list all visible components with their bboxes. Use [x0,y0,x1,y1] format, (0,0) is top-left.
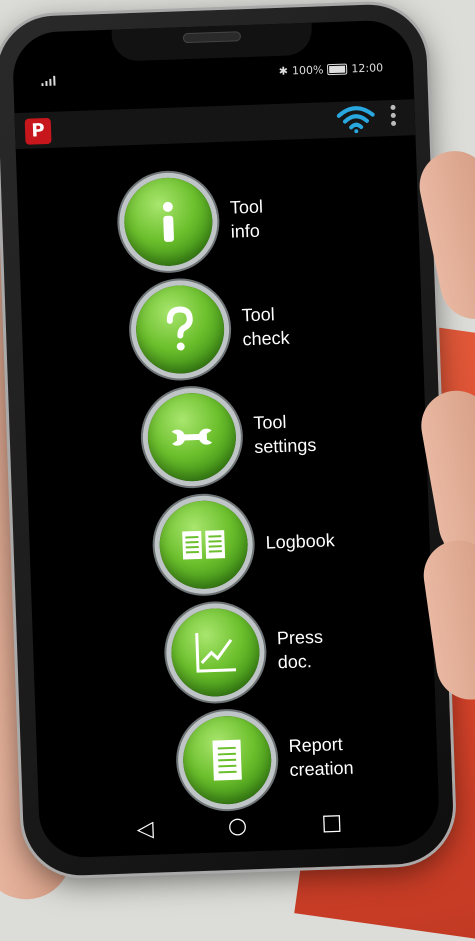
battery-icon [327,64,347,76]
battery-percent: 100% [292,63,324,77]
wrench-icon [167,412,217,462]
menu-item-label: Logbook [265,526,386,554]
recents-icon[interactable]: □ [321,810,343,836]
app-logo: P [25,118,52,145]
chart-icon [191,628,241,678]
phone-screen: ✱ 100% 12:00 P [12,19,441,858]
menu-item-press-doc[interactable]: Press doc. [170,602,399,698]
tool-settings-button[interactable] [146,392,237,483]
system-nav-bar: ◁ ○ □ [39,799,440,853]
back-icon[interactable]: ◁ [136,816,154,842]
tool-check-button[interactable] [135,284,226,375]
tool-info-button[interactable] [123,176,214,267]
notch [111,19,312,61]
menu-item-label: Press doc. [277,622,399,674]
press-doc-button[interactable] [170,607,261,698]
menu-item-tool-check[interactable]: Tool check [135,279,364,375]
report-creation-button[interactable] [182,715,273,806]
wifi-icon[interactable] [336,105,375,134]
question-icon [155,305,205,355]
info-icon [144,197,194,247]
main-menu: Tool info Tool check [16,147,416,161]
phone-frame: ✱ 100% 12:00 P [0,3,455,877]
menu-item-label: Report creation [288,730,410,782]
bluetooth-icon: ✱ [279,65,289,78]
menu-item-tool-settings[interactable]: Tool settings [146,387,375,483]
signal-icon [41,76,57,87]
menu-item-label: Tool settings [253,407,375,459]
menu-item-report-creation[interactable]: Report creation [182,710,411,806]
menu-item-tool-info[interactable]: Tool info [123,172,352,268]
menu-item-label: Tool check [241,299,363,351]
status-bar: ✱ 100% 12:00 [13,57,413,91]
speaker [183,31,241,43]
app-bar: P [14,99,415,149]
clock: 12:00 [351,61,383,75]
menu-item-label: Tool info [229,192,351,244]
home-icon[interactable]: ○ [227,813,247,839]
logbook-button[interactable] [158,499,249,590]
document-icon [202,735,252,785]
overflow-menu-icon[interactable] [390,105,397,129]
menu-item-logbook[interactable]: Logbook [158,494,387,590]
status-right: ✱ 100% 12:00 [279,61,384,78]
book-icon [179,520,229,570]
